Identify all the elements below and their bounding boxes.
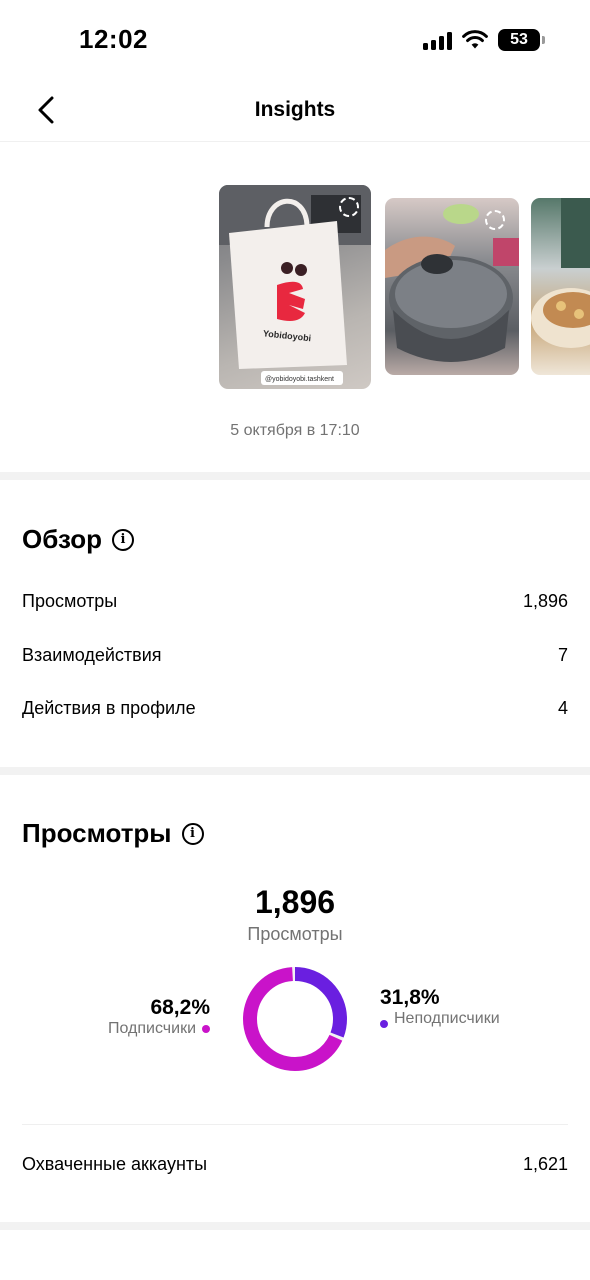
metric-row[interactable]: Просмотры 1,896 bbox=[22, 591, 568, 612]
status-time: 12:02 bbox=[79, 24, 148, 54]
page-title: Insights bbox=[254, 98, 336, 121]
metric-label: Действия в профиле bbox=[22, 698, 196, 718]
section-divider bbox=[0, 1222, 590, 1230]
story-thumbnail[interactable]: Yobidoyobi @yobidoyobi.tashkent bbox=[219, 185, 371, 389]
wifi-icon bbox=[462, 30, 488, 49]
section-divider bbox=[0, 472, 590, 480]
metric-value: 7 bbox=[557, 645, 568, 665]
accounts-reached-value: 1,621 bbox=[522, 1154, 568, 1174]
story-ring-icon bbox=[339, 197, 359, 217]
overview-section-title: Обзор i bbox=[22, 524, 134, 555]
info-icon[interactable]: i bbox=[111, 528, 134, 551]
legend-followers: 68,2% Подписчики bbox=[108, 996, 210, 1038]
metric-row[interactable]: Взаимодействия 7 bbox=[22, 645, 568, 666]
stories-carousel[interactable]: Yobidoyobi @yobidoyobi.tashkent 5 октябр… bbox=[0, 142, 590, 472]
story-ring-icon bbox=[485, 210, 505, 230]
views-donut-chart bbox=[243, 967, 347, 1071]
cellular-signal-icon bbox=[423, 30, 452, 50]
story-handle-text: @yobidoyobi.tashkent bbox=[265, 376, 334, 383]
story-image bbox=[531, 198, 590, 348]
followers-percent: 68,2% bbox=[150, 996, 210, 1019]
navigation-header: Insights bbox=[0, 80, 590, 142]
views-total-label: Просмотры bbox=[247, 924, 343, 944]
story-date: 5 октября в 17:10 bbox=[230, 422, 360, 439]
status-icons: 53 bbox=[423, 28, 545, 52]
accounts-reached-label: Охваченные аккаунты bbox=[22, 1154, 208, 1174]
story-thumbnail[interactable] bbox=[385, 198, 519, 375]
section-divider bbox=[0, 767, 590, 775]
metric-value: 4 bbox=[557, 698, 568, 718]
non-followers-dot-icon bbox=[380, 1020, 388, 1028]
battery-icon: 53 bbox=[498, 29, 545, 51]
status-bar: 12:02 53 bbox=[0, 0, 590, 80]
metric-label: Взаимодействия bbox=[22, 645, 162, 665]
story-thumbnail[interactable] bbox=[531, 198, 590, 375]
metric-value: 1,896 bbox=[522, 591, 568, 611]
info-icon[interactable]: i bbox=[181, 822, 204, 845]
metric-row[interactable]: Действия в профиле 4 bbox=[22, 698, 568, 719]
non-followers-label: Неподписчики bbox=[394, 1010, 500, 1027]
views-title: Просмотры bbox=[22, 818, 172, 848]
metric-label: Просмотры bbox=[22, 591, 118, 611]
non-followers-percent: 31,8% bbox=[380, 986, 440, 1009]
row-divider bbox=[22, 1124, 568, 1125]
overview-title: Обзор bbox=[22, 524, 102, 554]
accounts-reached-row[interactable]: Охваченные аккаунты 1,621 bbox=[22, 1154, 568, 1175]
followers-dot-icon bbox=[202, 1025, 210, 1033]
followers-label: Подписчики bbox=[107, 1020, 196, 1037]
legend-non-followers: 31,8% Неподписчики bbox=[380, 986, 500, 1028]
views-section-title: Просмотры i bbox=[22, 818, 204, 849]
views-total: 1,896 bbox=[254, 884, 336, 920]
